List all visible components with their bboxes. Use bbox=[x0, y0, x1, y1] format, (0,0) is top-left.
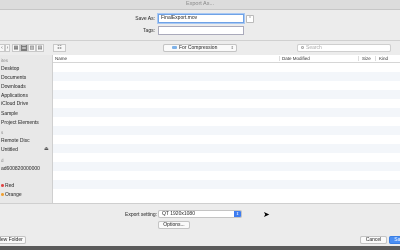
list-row bbox=[53, 99, 400, 108]
column-divider bbox=[375, 56, 376, 61]
toolbar: ‹ › ▦ ☰ ▥ ▤ ☷ For Compression ⇕ Search bbox=[0, 40, 400, 55]
column-name[interactable]: Name bbox=[55, 56, 67, 61]
sidebar-item-sample[interactable]: Sample bbox=[1, 111, 18, 117]
chevron-up-icon: ⌃ bbox=[247, 16, 253, 22]
eject-icon[interactable]: ⏏ bbox=[44, 146, 49, 152]
dock-strip bbox=[0, 246, 400, 250]
column-header: Name Date Modified Size Kind bbox=[53, 55, 400, 63]
coverflow-view-icon: ▤ bbox=[37, 45, 43, 51]
view-switcher: ▦ ☰ ▥ ▤ bbox=[12, 44, 44, 52]
mouse-cursor-icon: ➤ bbox=[263, 210, 270, 219]
view-coverflow-button[interactable]: ▤ bbox=[36, 44, 44, 52]
sidebar-item-applications[interactable]: Applications bbox=[1, 93, 28, 99]
view-icon-button[interactable]: ▦ bbox=[12, 44, 20, 52]
tag-dot-icon bbox=[1, 184, 4, 188]
chevron-right-icon: › bbox=[6, 45, 9, 51]
icons-view-icon: ▦ bbox=[13, 45, 19, 51]
chevron-updown-icon: ⇕ bbox=[230, 45, 234, 50]
list-row bbox=[53, 108, 400, 117]
forward-button[interactable]: › bbox=[5, 44, 10, 52]
save-as-field[interactable]: FinalExport.mov bbox=[158, 14, 244, 23]
save-as-row: Save As: FinalExport.mov bbox=[0, 14, 400, 24]
location-popup[interactable]: For Compression ⇕ bbox=[163, 44, 237, 52]
column-divider bbox=[358, 56, 359, 61]
sidebar-item-remote-disc[interactable]: Remote Disc bbox=[1, 138, 30, 144]
list-row bbox=[53, 117, 400, 126]
list-row bbox=[53, 180, 400, 189]
arrange-group: ☷ bbox=[53, 44, 66, 52]
file-list: Name Date Modified Size Kind bbox=[53, 55, 400, 203]
expand-dialog-button[interactable]: ⌃ bbox=[246, 15, 254, 23]
arrange-icon: ☷ bbox=[57, 45, 62, 51]
chevron-left-icon: ‹ bbox=[1, 45, 3, 51]
list-row bbox=[53, 135, 400, 144]
list-row bbox=[53, 144, 400, 153]
sidebar-item-project-elements[interactable]: Project Elements bbox=[1, 120, 39, 126]
sidebar-item-tag-orange[interactable]: Orange bbox=[1, 192, 22, 198]
save-as-label: Save As: bbox=[135, 16, 155, 22]
new-folder-button[interactable]: New Folder bbox=[0, 236, 26, 244]
sidebar-header-shared: d bbox=[1, 158, 4, 163]
sidebar-item-documents[interactable]: Documents bbox=[1, 75, 26, 81]
options-button[interactable]: Options... bbox=[158, 221, 190, 229]
export-dialog: Export As... Save As: FinalExport.mov ⌃ … bbox=[0, 0, 400, 246]
list-row bbox=[53, 162, 400, 171]
search-field[interactable]: Search bbox=[297, 44, 391, 52]
nav-buttons: ‹ › bbox=[0, 44, 10, 52]
list-row bbox=[53, 63, 400, 72]
export-setting-popup[interactable]: QT 1920x1080 ⇕ bbox=[158, 210, 242, 218]
export-setting-label: Export setting: bbox=[125, 212, 157, 218]
chevron-updown-icon: ⇕ bbox=[234, 211, 241, 217]
sidebar-item-desktop[interactable]: Desktop bbox=[1, 66, 19, 72]
tag-dot-icon bbox=[1, 193, 4, 197]
sidebar-header-favorites: ites bbox=[1, 58, 9, 63]
column-view-icon: ▥ bbox=[29, 45, 35, 51]
list-row bbox=[53, 81, 400, 90]
tag-label: Orange bbox=[5, 192, 22, 198]
cancel-button[interactable]: Cancel bbox=[360, 236, 387, 244]
list-view-icon: ☰ bbox=[21, 45, 27, 51]
tags-field[interactable] bbox=[158, 26, 244, 35]
view-column-button[interactable]: ▥ bbox=[28, 44, 36, 52]
search-icon bbox=[301, 46, 304, 50]
export-setting-value: QT 1920x1080 bbox=[162, 211, 195, 217]
sidebar-header-devices: s bbox=[1, 130, 4, 135]
sidebar-item-untitled[interactable]: Untitled bbox=[1, 147, 18, 153]
sidebar-item-shared-computer[interactable]: ad600820000000 bbox=[1, 166, 40, 172]
list-row bbox=[53, 189, 400, 198]
search-placeholder: Search bbox=[306, 45, 322, 51]
view-list-button[interactable]: ☰ bbox=[20, 44, 28, 52]
list-row bbox=[53, 153, 400, 162]
location-label: For Compression bbox=[179, 45, 218, 51]
column-divider bbox=[279, 56, 280, 61]
list-rows bbox=[53, 63, 400, 203]
folder-icon bbox=[172, 46, 177, 50]
sidebar-item-downloads[interactable]: Downloads bbox=[1, 84, 26, 90]
column-kind[interactable]: Kind bbox=[379, 56, 388, 61]
sidebar: ites Desktop Documents Downloads Applica… bbox=[0, 55, 53, 203]
column-size[interactable]: Size bbox=[362, 56, 371, 61]
arrange-button[interactable]: ☷ bbox=[53, 44, 66, 52]
title-bar: Export As... bbox=[0, 0, 400, 10]
list-row bbox=[53, 90, 400, 99]
column-date-modified[interactable]: Date Modified bbox=[282, 56, 310, 61]
list-row bbox=[53, 171, 400, 180]
tag-label: Red bbox=[5, 183, 15, 189]
sidebar-item-icloud-drive[interactable]: iCloud Drive bbox=[1, 101, 28, 107]
save-button[interactable]: Save bbox=[389, 236, 400, 244]
bottom-bar: Export setting: QT 1920x1080 ⇕ Options..… bbox=[0, 203, 400, 246]
sidebar-item-tag-red[interactable]: Red bbox=[1, 183, 14, 189]
list-row bbox=[53, 72, 400, 81]
window-title: Export As... bbox=[185, 1, 215, 7]
list-row bbox=[53, 126, 400, 135]
tags-label: Tags: bbox=[143, 28, 155, 34]
